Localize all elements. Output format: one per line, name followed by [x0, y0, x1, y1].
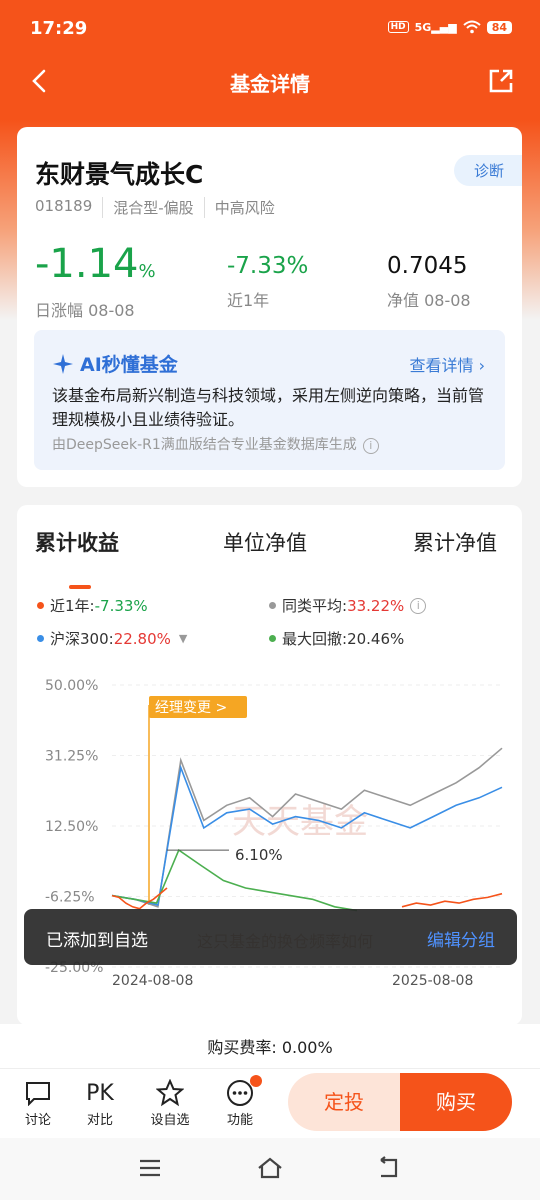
compare-button[interactable]: PK 对比 [70, 1077, 130, 1129]
info-icon[interactable]: i [362, 438, 379, 454]
toast-message: 已添加到自选 [46, 931, 148, 951]
notification-dot [250, 1075, 262, 1087]
ai-title-text: AI秒懂基金 [80, 354, 178, 376]
peer-dot-icon [269, 602, 276, 609]
fund-risk: 中高风险 [203, 197, 285, 218]
y-tick-label: 50.00% [45, 678, 98, 694]
buy-button[interactable]: 购买 [400, 1073, 512, 1131]
ai-summary-text: 该基金布局新兴制造与科技领域，采用左侧逆向策略，当前管理规模极小且业绩待验证。 [52, 386, 485, 429]
year-change-label: 近1年 [227, 291, 270, 310]
daily-change-value: -1.14 [35, 241, 139, 287]
ai-source-text: 由DeepSeek-R1满血版结合专业基金数据库生成 [52, 437, 357, 453]
legend-index-label: 沪深300: [50, 630, 114, 648]
series-line-0-4 [401, 892, 503, 908]
share-icon[interactable] [486, 66, 516, 96]
fund-type: 混合型-偏股 [102, 197, 203, 218]
dropdown-icon[interactable]: ▼ [179, 632, 187, 645]
watchlist-label: 设自选 [150, 1113, 190, 1128]
menu-icon[interactable] [138, 1158, 162, 1178]
legend-drawdown: 最大回撤: 20.46% [269, 628, 404, 649]
legend-fund: 近1年: -7.33% [37, 595, 148, 616]
function-label: 功能 [226, 1113, 253, 1128]
manager-change-label: 经理变更 > [155, 700, 227, 716]
system-nav-bar [0, 1138, 540, 1200]
status-bar: 17:29 HD 5G▂▄▆ 84 [0, 0, 540, 58]
diagnose-button[interactable]: 诊断 [453, 155, 522, 186]
peer-info-icon[interactable]: i [410, 597, 427, 614]
toast: 已添加到自选 编辑分组 [24, 909, 517, 965]
network-label: 5G [414, 20, 432, 34]
legend-peer-value: 33.22% [347, 596, 405, 615]
daily-change-metric: -1.14% 日涨幅 08-08 [35, 244, 156, 321]
fund-dot-icon [37, 602, 44, 609]
y-tick-label: 31.25% [45, 749, 98, 765]
year-change-metric: -7.33% 近1年 [227, 253, 308, 311]
ai-more-link[interactable]: 查看详情 › [410, 352, 486, 376]
legend-index[interactable]: 沪深300: 22.80% ▼ [37, 628, 187, 649]
chat-icon [26, 1082, 50, 1106]
fund-code: 018189 [35, 197, 93, 215]
active-tab-indicator [69, 585, 91, 589]
y-tick-label: 12.50% [45, 819, 98, 835]
fee-bar: 购买费率: 0.00% [0, 1024, 540, 1068]
daily-change-label: 日涨幅 08-08 [35, 301, 135, 320]
discuss-label: 讨论 [24, 1113, 51, 1128]
fund-summary-card: 东财景气成长C 诊断 018189 混合型-偏股 中高风险 -1.14% 日涨幅… [17, 127, 522, 487]
home-icon[interactable] [256, 1156, 284, 1180]
ai-source: 由DeepSeek-R1满血版结合专业基金数据库生成 i [52, 434, 379, 454]
daily-change-unit: % [138, 261, 156, 282]
status-time: 17:29 [30, 18, 88, 39]
star-icon [156, 1079, 184, 1107]
page-title: 基金详情 [230, 72, 310, 96]
nav-value: 0.7045 [387, 253, 468, 279]
y-tick-label: -6.25% [45, 890, 95, 906]
drawdown-dot-icon [269, 635, 276, 642]
x-tick-label-end: 2025-08-08 [392, 973, 473, 989]
nav-label: 净值 08-08 [387, 291, 471, 310]
wifi-icon [463, 20, 481, 34]
battery-icon: 84 [486, 20, 512, 34]
legend-drawdown-value: 20.46% [347, 629, 405, 648]
sparkle-icon [53, 353, 73, 374]
legend-index-value: 22.80% [113, 629, 171, 648]
pk-icon: PK [86, 1080, 114, 1106]
chart-tabs: 累计收益 单位净值 累计净值 [17, 527, 522, 589]
watermark-text: 天天基金 [232, 802, 368, 842]
compare-label: 对比 [86, 1113, 113, 1128]
bottom-action-bar: 讨论 PK 对比 设自选 功能 定投 购买 [0, 1068, 540, 1138]
watchlist-button[interactable]: 设自选 [140, 1077, 200, 1128]
fund-name: 东财景气成长C [35, 160, 204, 189]
nav-metric: 0.7045 净值 08-08 [387, 253, 471, 311]
signal-icon: 5G▂▄▆ [414, 20, 457, 34]
legend-fund-value: -7.33% [94, 596, 148, 615]
back-nav-icon[interactable] [376, 1156, 402, 1180]
tab-cumulative-nav[interactable]: 累计净值 [413, 527, 497, 557]
ai-title: AI秒懂基金 [52, 350, 178, 377]
legend-fund-label: 近1年: [50, 597, 95, 615]
year-change-value: -7.33% [227, 253, 309, 279]
legend-drawdown-label: 最大回撤: [282, 630, 348, 648]
legend-peer: 同类平均: 33.22% i [269, 595, 427, 616]
discuss-button[interactable]: 讨论 [8, 1077, 68, 1128]
tab-cumulative-return[interactable]: 累计收益 [35, 527, 119, 557]
legend-peer-label: 同类平均: [282, 597, 348, 615]
nav-bar: 基金详情 [0, 58, 540, 104]
index-dot-icon [37, 635, 44, 642]
function-button[interactable]: 功能 [210, 1075, 270, 1128]
tab-unit-nav[interactable]: 单位净值 [223, 527, 307, 557]
hd-icon: HD [387, 21, 409, 33]
drawdown-point-label: 6.10% [235, 846, 283, 864]
auto-invest-button[interactable]: 定投 [288, 1073, 400, 1131]
fund-tags: 018189 混合型-偏股 中高风险 [35, 197, 285, 218]
x-tick-label-start: 2024-08-08 [112, 973, 193, 989]
system-icons: HD 5G▂▄▆ 84 [387, 20, 512, 34]
ai-summary-box[interactable]: AI秒懂基金 查看详情 › 该基金布局新兴制造与科技领域，采用左侧逆向策略，当前… [34, 330, 505, 470]
toast-action[interactable]: 编辑分组 [427, 926, 495, 951]
